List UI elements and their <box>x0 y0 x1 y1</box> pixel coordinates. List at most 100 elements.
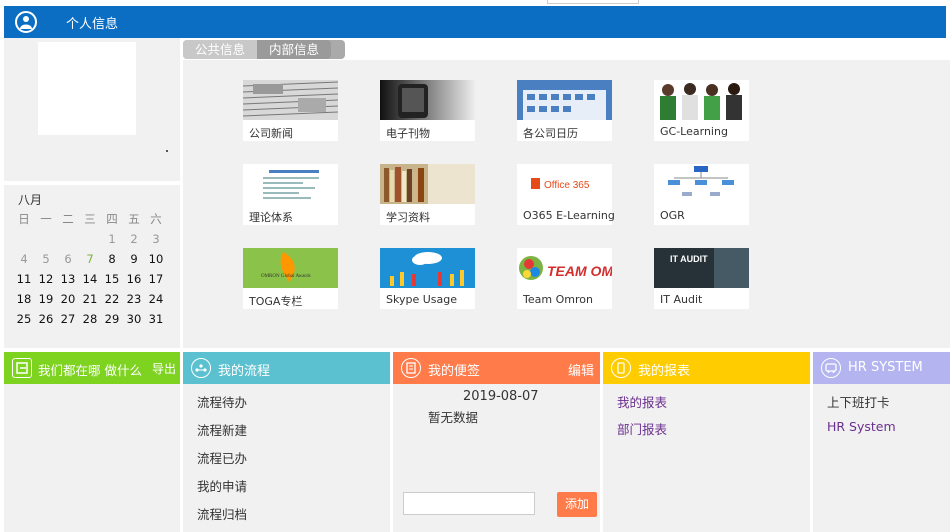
tile-label: 电子刊物 <box>386 127 430 140</box>
calendar: 日 一 二 三 四 五 六 1 2 3 4 5 6 7 8 9 10 11 12 13 14 15 16 17 1… <box>13 209 173 329</box>
tile-gc-learning[interactable]: GC-Learning <box>654 80 749 141</box>
process-item-done[interactable]: 流程已办 <box>197 448 247 476</box>
calendar-day[interactable]: 16 <box>123 272 145 286</box>
info-tabs: 公共信息 内部信息 <box>183 40 345 59</box>
tile-company-calendar[interactable]: 各公司日历 <box>517 80 612 141</box>
add-note-button[interactable]: 添加 <box>557 492 597 517</box>
widget-hr-header: HR SYSTEM <box>813 352 950 384</box>
calendar-day[interactable]: 17 <box>145 272 167 286</box>
calendar-day[interactable]: 29 <box>101 312 123 326</box>
calendar-day[interactable]: 27 <box>57 312 79 326</box>
tile-label: Team Omron <box>523 293 593 306</box>
calendar-day[interactable]: 10 <box>145 252 167 266</box>
tile-label: 学习资料 <box>386 211 430 224</box>
calendar-week: 11 12 13 14 15 16 17 <box>13 269 173 289</box>
calendar-day[interactable]: 26 <box>35 312 57 326</box>
report-icon <box>611 358 631 378</box>
document-image <box>243 164 338 204</box>
calendar-day[interactable]: 18 <box>13 292 35 306</box>
tile-e-magazine[interactable]: 电子刊物 <box>380 80 475 141</box>
widget-where-title: 我们都在哪 做什么 <box>38 363 142 378</box>
process-item-my-requests[interactable]: 我的申请 <box>197 476 247 504</box>
tile-theory-system[interactable]: 理论体系 <box>243 164 338 225</box>
tile-company-news[interactable]: 公司新闻 <box>243 80 338 141</box>
calendar-day[interactable]: 22 <box>101 292 123 306</box>
calendar-day[interactable]: 5 <box>35 252 57 266</box>
calendar-day[interactable]: 23 <box>123 292 145 306</box>
user-icon <box>15 11 37 33</box>
tile-ogr[interactable]: OGR <box>654 164 749 225</box>
calendar-day[interactable]: 15 <box>101 272 123 286</box>
calendar-day[interactable]: 4 <box>13 252 35 266</box>
calendar-day[interactable]: 8 <box>101 252 123 266</box>
weekday: 六 <box>150 212 162 226</box>
calendar-day[interactable]: 12 <box>35 272 57 286</box>
calendar-week: 18 19 20 21 22 23 24 <box>13 289 173 309</box>
widget-process: 我的流程 流程待办 流程新建 流程已办 我的申请 流程归档 <box>183 352 390 532</box>
calendar-day[interactable]: 25 <box>13 312 35 326</box>
widget-reports-title: 我的报表 <box>638 364 691 379</box>
calendar-day[interactable]: 7 <box>79 252 101 266</box>
decor-dot <box>166 150 168 152</box>
edit-button[interactable]: 编辑 <box>568 360 594 379</box>
tile-team-omron[interactable]: TEAM OMRON Team Omron <box>517 248 612 309</box>
people-image <box>654 80 749 120</box>
calendar-day[interactable]: 21 <box>79 292 101 306</box>
tab-public-info[interactable]: 公共信息 <box>183 40 258 59</box>
my-reports-link[interactable]: 我的报表 <box>617 392 667 419</box>
tile-o365-elearning[interactable]: Office 365 O365 E-Learning <box>517 164 615 225</box>
notes-empty: 暂无数据 <box>428 410 479 425</box>
calendar-day[interactable]: 11 <box>13 272 35 286</box>
department-reports-link[interactable]: 部门报表 <box>617 419 667 447</box>
process-item-new[interactable]: 流程新建 <box>197 420 247 448</box>
export-button[interactable]: 导出 <box>152 360 176 377</box>
calendar-day[interactable]: 6 <box>57 252 79 266</box>
top-search-input[interactable] <box>547 0 639 4</box>
widget-where-header: 我们都在哪 做什么 导出 <box>4 352 180 384</box>
weekday: 二 <box>62 212 74 226</box>
calendar-day[interactable]: 31 <box>145 312 167 326</box>
calendar-day[interactable]: 3 <box>145 232 167 246</box>
calendar-day[interactable]: 28 <box>79 312 101 326</box>
profile-header: 个人信息 <box>4 6 946 38</box>
weekday: 日 <box>18 212 30 226</box>
process-list: 流程待办 流程新建 流程已办 我的申请 流程归档 <box>197 392 247 532</box>
clock-in-link[interactable]: 上下班打卡 <box>827 392 896 419</box>
note-input[interactable] <box>403 492 535 515</box>
profile-title: 个人信息 <box>66 17 119 32</box>
team-omron-logo-text: TEAM OMRON <box>547 263 612 279</box>
tile-label: 各公司日历 <box>523 127 578 140</box>
tile-it-audit[interactable]: IT AUDIT IT Audit <box>654 248 749 309</box>
tile-study-materials[interactable]: 学习资料 <box>380 164 475 225</box>
hr-system-link[interactable]: HR System <box>827 419 896 447</box>
process-item-archive[interactable]: 流程归档 <box>197 504 247 532</box>
tile-label: OGR <box>660 209 685 222</box>
toga-logo-text: OMRON Global Awards <box>261 274 311 279</box>
calendar-day[interactable]: 1 <box>101 232 123 246</box>
tab-internal-info[interactable]: 内部信息 <box>257 40 332 59</box>
calendar-day[interactable]: 24 <box>145 292 167 306</box>
bookshelf-image <box>380 164 475 204</box>
org-chart-image <box>654 164 749 204</box>
tile-grid: 公司新闻 电子刊物 各公司日历 GC-Learning 理论体系 学习资料 Of… <box>183 60 950 348</box>
it-audit-logo-text: IT AUDIT <box>670 254 708 264</box>
tile-skype-usage[interactable]: Skype Usage <box>380 248 475 309</box>
tile-label: IT Audit <box>660 293 703 306</box>
hr-list: 上下班打卡 HR System <box>827 392 896 447</box>
tile-toga[interactable]: OMRON Global Awards TOGA专栏 <box>243 248 338 309</box>
weekday: 四 <box>106 212 118 226</box>
calendar-day[interactable]: 20 <box>57 292 79 306</box>
it-audit-image: IT AUDIT <box>654 248 749 288</box>
cloud-image <box>380 248 475 288</box>
calendar-week: 25 26 27 28 29 30 31 <box>13 309 173 329</box>
calendar-month: 八月 <box>18 193 43 207</box>
calendar-day[interactable]: 14 <box>79 272 101 286</box>
widget-reports: 我的报表 我的报表 部门报表 <box>603 352 810 532</box>
calendar-day[interactable]: 13 <box>57 272 79 286</box>
calendar-day[interactable]: 30 <box>123 312 145 326</box>
calendar-day[interactable]: 2 <box>123 232 145 246</box>
calendar-day[interactable]: 19 <box>35 292 57 306</box>
calendar-day[interactable]: 9 <box>123 252 145 266</box>
process-item-todo[interactable]: 流程待办 <box>197 392 247 420</box>
widget-notes-header: 我的便签 编辑 <box>393 352 600 384</box>
